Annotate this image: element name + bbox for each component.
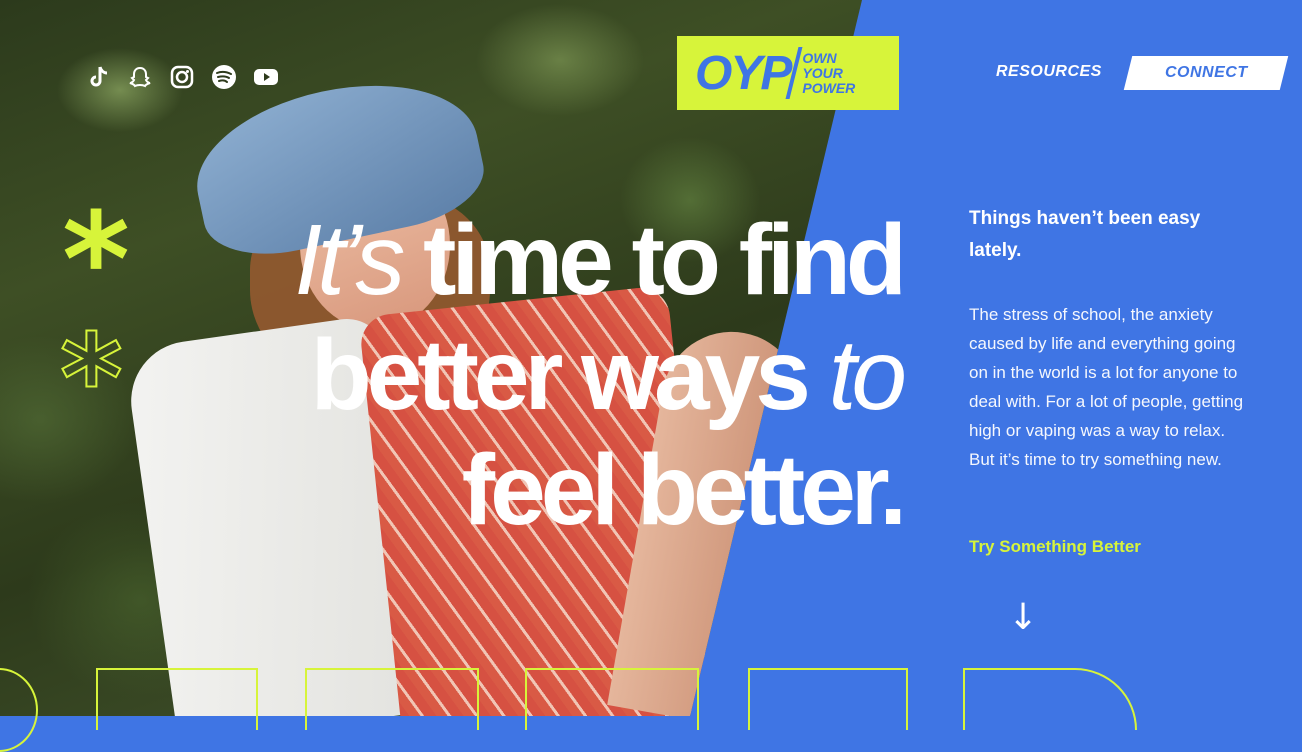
spotify-icon[interactable] bbox=[210, 64, 238, 90]
outline-asterisk-icon: * bbox=[59, 310, 124, 449]
social-links bbox=[84, 64, 280, 90]
headline-line-3: feel better. bbox=[461, 434, 907, 546]
logo-mark: OYP bbox=[695, 46, 792, 100]
headline-line-1: It’s time to find bbox=[244, 203, 907, 318]
headline-its: It’s bbox=[294, 204, 405, 316]
side-title: Things haven’t been easy lately. bbox=[969, 208, 1201, 261]
snapchat-icon[interactable] bbox=[126, 64, 154, 90]
youtube-icon[interactable] bbox=[252, 64, 280, 90]
tiktok-icon[interactable] bbox=[84, 64, 112, 90]
side-body: The stress of school, the anxiety caused… bbox=[969, 305, 1244, 469]
headline-to: to bbox=[828, 319, 907, 431]
logo-line-your: YOUR bbox=[802, 64, 843, 81]
bottom-outline-letter-d bbox=[963, 668, 1137, 730]
scroll-down-arrow-icon[interactable]: ↓ bbox=[1008, 600, 1038, 636]
headline-time-to-find: time to find bbox=[400, 204, 907, 316]
instagram-icon[interactable] bbox=[168, 64, 196, 90]
logo-line-power: POWER bbox=[802, 79, 856, 96]
headline-line-2: better ways to bbox=[244, 318, 907, 433]
logo-tagline: OWN YOUR POWER bbox=[802, 49, 856, 96]
bottom-outline-letter bbox=[748, 668, 908, 730]
logo-line-own: OWN bbox=[802, 49, 837, 66]
bottom-outline-letter bbox=[305, 668, 479, 730]
bottom-outline-letter bbox=[96, 668, 258, 730]
connect-label: CONNECT bbox=[1164, 64, 1248, 81]
lime-asterisk-icon: * bbox=[62, 184, 130, 336]
nav-resources-link[interactable]: RESOURCES bbox=[996, 63, 1102, 81]
try-something-better-link[interactable]: Try Something Better bbox=[969, 537, 1141, 557]
oyp-logo[interactable]: OYP OWN YOUR POWER bbox=[677, 36, 899, 110]
headline-better-ways: better ways bbox=[310, 319, 829, 431]
bottom-outline-letter bbox=[525, 668, 699, 730]
hero-headline: It’s time to find better ways to feel be… bbox=[244, 203, 907, 548]
nav-connect-button[interactable]: CONNECT bbox=[1123, 56, 1289, 90]
